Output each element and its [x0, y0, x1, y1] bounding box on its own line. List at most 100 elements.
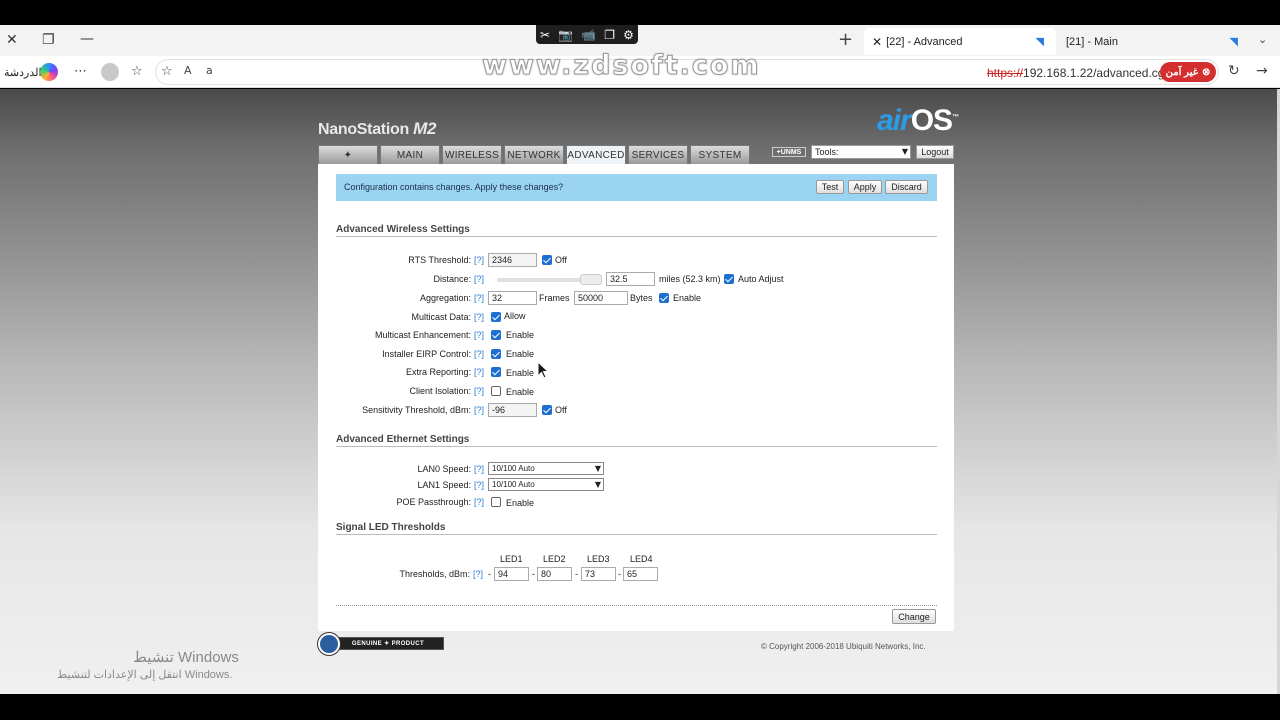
footer-divider	[336, 605, 937, 606]
tab-main[interactable]: [21] - Main ◥	[1058, 28, 1250, 55]
multicast-enh-checkbox[interactable]	[491, 330, 501, 340]
test-button[interactable]: Test	[816, 180, 844, 194]
led2-input[interactable]: 80	[537, 567, 572, 581]
rts-input[interactable]: 2346	[488, 253, 537, 267]
led4-input[interactable]: 65	[623, 567, 658, 581]
notice-text: Configuration contains changes. Apply th…	[344, 182, 564, 192]
tab-advanced[interactable]: ✕ [22] - Advanced ◥	[864, 28, 1056, 55]
help-link[interactable]: [?]	[474, 464, 484, 474]
not-secure-label: غير آمن	[1165, 66, 1198, 78]
help-link[interactable]: [?]	[474, 293, 484, 303]
lan0-speed-select[interactable]: 10/100 Auto ▼	[488, 462, 604, 475]
read-aloud-icon[interactable]: A	[184, 64, 192, 77]
unms-badge[interactable]: +UNMS	[772, 147, 806, 157]
new-tab-icon[interactable]: +	[838, 29, 853, 50]
tab-main[interactable]: MAIN	[380, 145, 440, 164]
url-path: 192.168.1.22/advanced.cgi	[1023, 66, 1168, 80]
tab-label: MAIN	[396, 149, 424, 161]
poe-opt: Enable	[506, 498, 535, 508]
chevron-down-icon[interactable]: ⌄	[1258, 33, 1267, 46]
help-link[interactable]: [?]	[473, 569, 483, 579]
distance-slider-handle[interactable]	[580, 274, 602, 285]
aggregation-enable-checkbox[interactable]	[659, 293, 669, 303]
aggregation-frames-input[interactable]: 32	[488, 291, 537, 305]
help-link[interactable]: [?]	[474, 255, 484, 265]
not-secure-badge[interactable]: غير آمن ⊗	[1160, 62, 1216, 82]
led4-header: LED4	[630, 554, 653, 564]
help-link[interactable]: [?]	[474, 312, 484, 322]
tab-system[interactable]: SYSTEM	[690, 145, 750, 164]
camera-icon[interactable]: 📷	[558, 28, 573, 42]
add-favorite-icon[interactable]: ☆	[161, 64, 173, 79]
close-window-icon[interactable]: ✕	[6, 32, 18, 48]
chevron-down-icon: ▼	[594, 480, 601, 489]
multicast-data-checkbox[interactable]	[491, 312, 501, 322]
more-icon[interactable]: ⋯	[74, 64, 87, 79]
url-scheme: https://	[987, 66, 1024, 80]
url-text[interactable]: https://192.168.1.22/advanced.cgi	[987, 66, 1167, 80]
watermark: www.zdsoft.com	[482, 50, 761, 82]
installer-eirp-checkbox[interactable]	[491, 349, 501, 359]
help-link[interactable]: [?]	[474, 349, 484, 359]
tab-advanced[interactable]: ADVANCED	[566, 145, 626, 164]
tab-title: [21] - Main	[1066, 35, 1118, 48]
apply-button[interactable]: Apply	[848, 180, 882, 194]
client-isolation-checkbox[interactable]	[491, 386, 501, 396]
poe-label: POE Passthrough:	[396, 497, 471, 507]
translate-icon[interactable]: a	[206, 64, 213, 77]
copilot-label[interactable]: الدردشة	[4, 66, 42, 79]
avatar[interactable]	[101, 63, 119, 81]
discard-button[interactable]: Discard	[885, 180, 928, 194]
change-button[interactable]: Change	[892, 609, 936, 624]
tab-wireless[interactable]: WIRELESS	[442, 145, 502, 164]
rts-label: RTS Threshold:	[408, 255, 471, 265]
help-link[interactable]: [?]	[474, 367, 484, 377]
section-divider	[336, 446, 937, 447]
tab-services[interactable]: SERVICES	[628, 145, 688, 164]
distance-input[interactable]: 32.5	[606, 272, 655, 286]
rts-off-checkbox[interactable]	[542, 255, 552, 265]
tools-select[interactable]: Tools: ▼	[811, 145, 911, 159]
forward-icon[interactable]: →	[1256, 63, 1268, 79]
copyright: © Copyright 2006-2018 Ubiquiti Networks,…	[761, 642, 926, 651]
video-icon[interactable]: 📹	[581, 28, 596, 42]
multicast-enh-opt: Enable	[506, 330, 535, 340]
sensitivity-input[interactable]: -96	[488, 403, 537, 417]
genuine-product-badge: GENUINE ✦ PRODUCT	[318, 633, 444, 655]
gear-icon[interactable]: ⚙	[623, 28, 634, 42]
close-tab-icon[interactable]: ✕	[872, 35, 882, 49]
logout-button[interactable]: Logout	[916, 145, 954, 159]
led1-input[interactable]: 94	[494, 567, 529, 581]
client-isolation-opt: Enable	[506, 387, 535, 397]
sensitivity-off-checkbox[interactable]	[542, 405, 552, 415]
help-link[interactable]: [?]	[474, 480, 484, 490]
tab-network[interactable]: NETWORK	[504, 145, 564, 164]
restore-window-icon[interactable]: ❐	[42, 32, 55, 48]
screen-capture-toolbar: ✂ 📷 📹 ❐ ⚙	[536, 25, 638, 44]
snip-icon[interactable]: ✂	[540, 28, 550, 42]
reload-icon[interactable]: ↻	[1228, 63, 1240, 79]
minimize-window-icon[interactable]: —	[80, 31, 94, 47]
poe-checkbox[interactable]	[491, 497, 501, 507]
help-link[interactable]: [?]	[474, 497, 484, 507]
lan1-speed-select[interactable]: 10/100 Auto ▼	[488, 478, 604, 491]
favorites-icon[interactable]: ☆	[131, 64, 143, 79]
lan1-label: LAN1 Speed:	[417, 480, 471, 490]
airos-logo: airOS™	[877, 104, 959, 138]
tab-ubnt-logo[interactable]: ✦	[318, 145, 378, 164]
dash: -	[575, 569, 578, 579]
distance-unit: miles (52.3 km)	[659, 274, 721, 284]
lan0-label: LAN0 Speed:	[417, 464, 471, 474]
dash: -	[618, 569, 621, 579]
help-link[interactable]: [?]	[474, 386, 484, 396]
sensitivity-label: Sensitivity Threshold, dBm:	[362, 405, 471, 415]
copilot-icon[interactable]	[40, 63, 58, 81]
help-link[interactable]: [?]	[474, 330, 484, 340]
extra-reporting-checkbox[interactable]	[491, 367, 501, 377]
help-link[interactable]: [?]	[474, 274, 484, 284]
aggregation-bytes-input[interactable]: 50000	[574, 291, 628, 305]
auto-adjust-checkbox[interactable]	[724, 274, 734, 284]
window-icon[interactable]: ❐	[604, 28, 615, 42]
help-link[interactable]: [?]	[474, 405, 484, 415]
led3-input[interactable]: 73	[581, 567, 616, 581]
